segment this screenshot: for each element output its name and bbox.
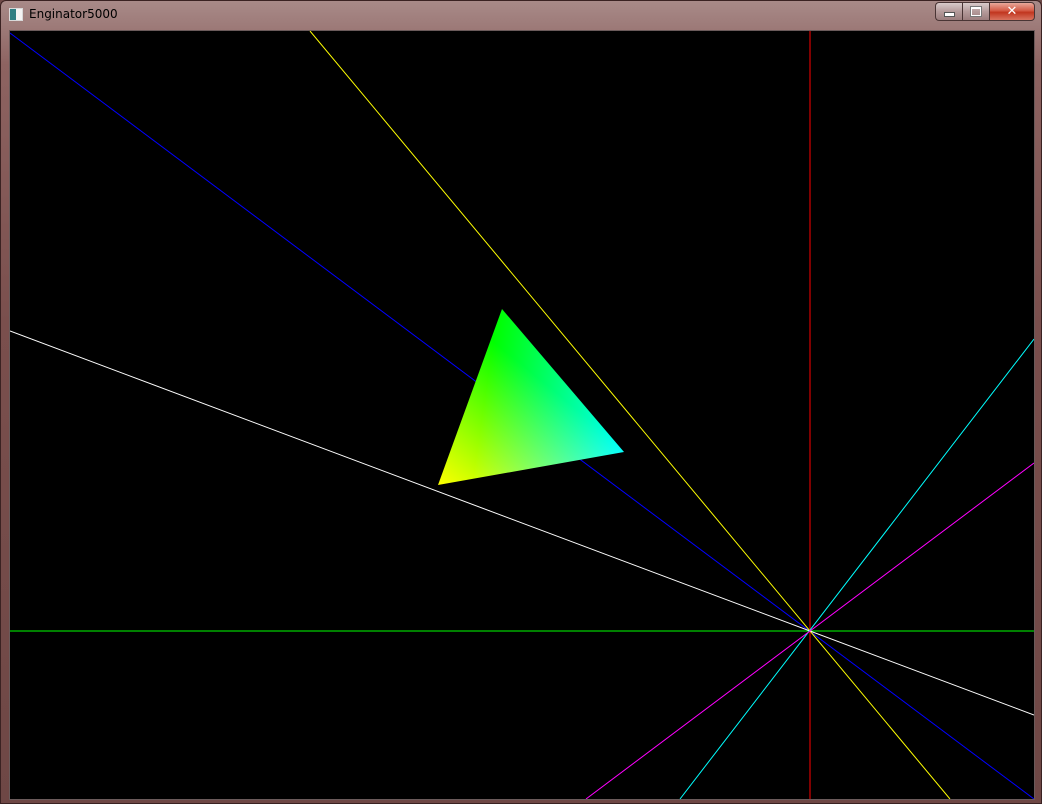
yellow-line: [309, 31, 951, 799]
caption-buttons: ✕: [935, 2, 1035, 21]
close-button[interactable]: ✕: [989, 2, 1035, 21]
maximize-icon: [970, 6, 982, 17]
scene-canvas[interactable]: [10, 31, 1034, 799]
gradient-triangle: [438, 309, 624, 485]
app-window: Enginator5000 ✕: [0, 0, 1042, 804]
triangle-blue-blend: [438, 309, 624, 485]
minimize-button[interactable]: [935, 2, 962, 21]
title-bar[interactable]: Enginator5000 ✕: [1, 1, 1041, 29]
render-viewport[interactable]: [9, 30, 1035, 800]
close-icon: ✕: [1006, 4, 1018, 19]
window-title: Enginator5000: [29, 7, 118, 21]
cyan-line: [679, 338, 1034, 799]
maximize-button[interactable]: [962, 2, 989, 21]
app-icon[interactable]: [9, 8, 23, 21]
minimize-icon: [943, 12, 955, 17]
